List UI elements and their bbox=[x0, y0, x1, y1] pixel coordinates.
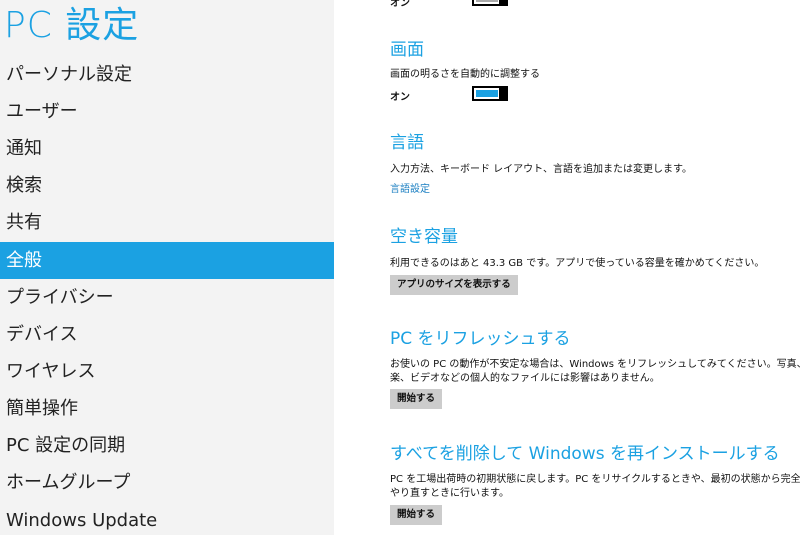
nav-item-notifications[interactable]: 通知 bbox=[0, 130, 334, 167]
general-settings-content: オン 画面 画面の明るさを自動的に調整する オン 言語 入力方法、キーボード レ… bbox=[334, 0, 800, 535]
nav-item-search[interactable]: 検索 bbox=[0, 167, 334, 204]
screen-brightness-state: オン bbox=[390, 92, 410, 103]
auto-brightness-toggle[interactable] bbox=[472, 86, 508, 101]
nav-item-wireless[interactable]: ワイヤレス bbox=[0, 353, 334, 390]
refresh-description-line2: 楽、ビデオなどの個人的なファイルには影響はありません。 bbox=[390, 373, 660, 384]
reinstall-heading: すべてを削除して Windows を再インストールする bbox=[390, 444, 780, 464]
page-title: PC 設定 bbox=[4, 5, 140, 46]
screen-auto-brightness-label: 画面の明るさを自動的に調整する bbox=[390, 69, 540, 80]
settings-nav-pane: PC 設定 パーソナル設定 ユーザー 通知 検索 共有 全般 プライバシー デバ… bbox=[0, 0, 334, 535]
reinstall-description-line2: やり直すときに行います。 bbox=[390, 488, 509, 499]
language-settings-link[interactable]: 言語設定 bbox=[390, 180, 430, 195]
screen-heading: 画面 bbox=[390, 40, 424, 60]
nav-item-windows-update[interactable]: Windows Update bbox=[0, 502, 334, 535]
refresh-start-button[interactable]: 開始する bbox=[390, 389, 443, 409]
nav-item-devices[interactable]: デバイス bbox=[0, 316, 334, 353]
top-toggle-state: オン bbox=[390, 0, 410, 9]
show-app-sizes-button[interactable]: アプリのサイズを表示する bbox=[390, 275, 518, 295]
storage-description: 利用できるのはあと 43.3 GB です。アプリで使っている容量を確かめてくださ… bbox=[390, 258, 765, 269]
refresh-heading: PC をリフレッシュする bbox=[390, 329, 571, 349]
storage-heading: 空き容量 bbox=[390, 227, 458, 247]
nav-item-ease-of-access[interactable]: 簡単操作 bbox=[0, 390, 334, 427]
reinstall-description-line1: PC を工場出荷時の初期状態に戻します。PC をリサイクルするときや、最初の状態… bbox=[390, 474, 800, 485]
reinstall-start-button[interactable]: 開始する bbox=[390, 505, 443, 525]
nav-item-privacy[interactable]: プライバシー bbox=[0, 279, 334, 316]
nav-item-sync-settings[interactable]: PC 設定の同期 bbox=[0, 427, 334, 464]
nav-item-users[interactable]: ユーザー bbox=[0, 93, 334, 130]
language-heading: 言語 bbox=[390, 133, 424, 153]
nav-item-homegroup[interactable]: ホームグループ bbox=[0, 464, 334, 501]
top-toggle-switch[interactable] bbox=[472, 0, 508, 6]
refresh-description-line1: お使いの PC の動作が不安定な場合は、Windows をリフレッシュしてみてく… bbox=[390, 359, 800, 370]
language-description: 入力方法、キーボード レイアウト、言語を追加または変更します。 bbox=[390, 164, 692, 175]
nav-item-general[interactable]: 全般 bbox=[0, 242, 334, 279]
nav-item-share[interactable]: 共有 bbox=[0, 204, 334, 241]
nav-item-personalize[interactable]: パーソナル設定 bbox=[0, 56, 334, 93]
